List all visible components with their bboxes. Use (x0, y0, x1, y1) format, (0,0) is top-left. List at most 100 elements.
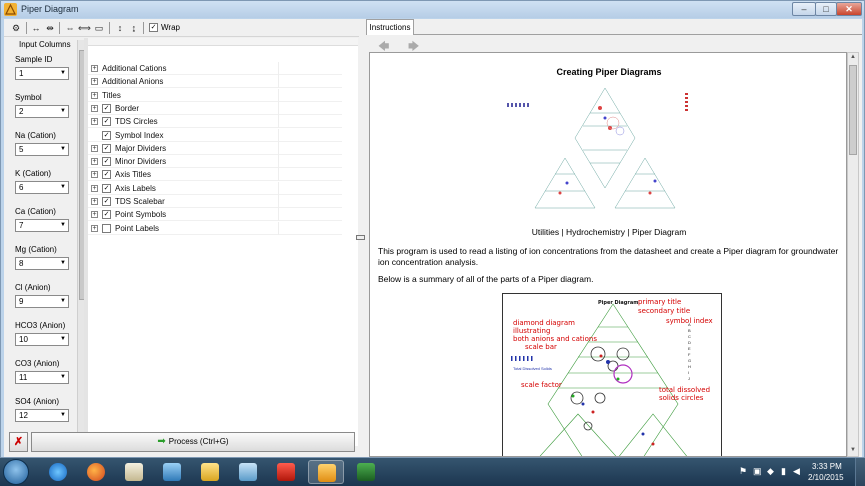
column-select[interactable]: 2 ▼ (15, 105, 69, 118)
column-divider (278, 141, 279, 155)
show-desktop-button[interactable] (855, 458, 865, 486)
dropdown-arrow-icon[interactable]: ▼ (60, 220, 66, 231)
expand-columns-icon[interactable]: ⇹ (44, 22, 56, 34)
tree-item-label: Titles (102, 90, 121, 100)
scrollbar-thumb[interactable] (849, 65, 857, 155)
column-select[interactable]: 12 ▼ (15, 409, 69, 422)
tree-checkbox[interactable]: ✓ (102, 117, 111, 127)
tree-row[interactable]: + ✓ TDS Scalebar (88, 195, 342, 208)
firefox-icon[interactable] (78, 460, 114, 484)
clock-date[interactable]: 2/10/2015 (808, 473, 844, 482)
title-bar[interactable]: Piper Diagram – □ ✕ (1, 1, 864, 18)
splitter-grip[interactable] (356, 235, 365, 240)
expand-icon[interactable]: + (91, 104, 98, 112)
remote-desktop-icon[interactable] (154, 460, 190, 484)
dropdown-arrow-icon[interactable]: ▼ (60, 68, 66, 79)
scroll-down-icon[interactable]: ▼ (850, 447, 856, 453)
internet-explorer-icon[interactable] (40, 460, 76, 484)
tree-row[interactable]: + ✓ Minor Dividers (88, 155, 342, 169)
media-player-icon[interactable] (116, 460, 152, 484)
widen-icon[interactable]: ▭ (93, 22, 105, 34)
shrink-width-icon[interactable]: ⇔ (64, 22, 76, 34)
app-icon (4, 3, 17, 16)
tree-checkbox[interactable]: ✓ (102, 197, 111, 206)
column-select[interactable]: 11 ▼ (15, 371, 69, 384)
security-icon[interactable]: ◆ (767, 466, 777, 476)
cancel-button[interactable]: ✗ (9, 432, 28, 452)
expand-icon[interactable]: + (91, 211, 98, 219)
file-explorer-icon[interactable] (192, 460, 228, 484)
expand-icon[interactable]: + (91, 144, 98, 152)
tree-checkbox[interactable]: ✓ (102, 183, 111, 193)
expand-height-icon[interactable]: ↨ (128, 22, 140, 34)
dropdown-arrow-icon[interactable]: ▼ (60, 106, 66, 117)
start-button[interactable] (3, 459, 29, 485)
network-people-icon[interactable] (230, 460, 266, 484)
dropdown-arrow-icon[interactable]: ▼ (60, 258, 66, 269)
tree-checkbox[interactable]: ✓ (102, 210, 111, 220)
dropdown-arrow-icon[interactable]: ▼ (60, 144, 66, 155)
tree-row[interactable]: + ✓ Axis Titles (88, 168, 342, 182)
column-select[interactable]: 6 ▼ (15, 181, 69, 194)
column-select[interactable]: 7 ▼ (15, 219, 69, 232)
tree-row[interactable]: + Titles (88, 88, 342, 102)
network-icon[interactable]: ▮ (781, 466, 791, 476)
tree-row[interactable]: + Point Labels (88, 221, 342, 235)
column-select[interactable]: 5 ▼ (15, 143, 69, 156)
expand-icon[interactable]: + (91, 118, 98, 126)
tree-checkbox[interactable]: ✓ (102, 130, 111, 140)
tree-checkbox[interactable]: ✓ (102, 157, 111, 167)
tree-row[interactable]: ✓ Symbol Index (88, 128, 342, 142)
flag-icon[interactable]: ⚑ (739, 466, 749, 476)
fit-width-icon[interactable]: ⟺ (78, 22, 91, 34)
expand-icon[interactable]: + (91, 224, 98, 232)
tab-instructions[interactable]: Instructions (366, 19, 414, 35)
scroll-up-icon[interactable]: ▲ (850, 54, 856, 60)
expand-icon[interactable]: + (91, 78, 98, 86)
column-select[interactable]: 10 ▼ (15, 333, 69, 346)
process-button[interactable]: ➡ Process (Ctrl+G) (31, 432, 355, 452)
collapse-columns-icon[interactable]: ↔ (30, 22, 42, 34)
dropdown-arrow-icon[interactable]: ▼ (60, 182, 66, 193)
tree-checkbox[interactable]: ✓ (102, 170, 111, 180)
dropdown-arrow-icon[interactable]: ▼ (60, 334, 66, 345)
input-columns-title: Input Columns (19, 40, 71, 49)
clock-time[interactable]: 3:33 PM (812, 462, 842, 471)
tree-checkbox[interactable]: ✓ (102, 143, 111, 153)
tree-row[interactable]: + Additional Cations (88, 62, 342, 75)
tree-row[interactable]: + ✓ Axis Labels (88, 181, 342, 195)
piper-app-icon[interactable] (308, 460, 344, 484)
volume-icon[interactable]: ◀ (793, 466, 803, 476)
close-button[interactable]: ✕ (836, 2, 862, 16)
dropdown-arrow-icon[interactable]: ▼ (60, 372, 66, 383)
action-center-icon[interactable]: ▣ (753, 466, 763, 476)
tree-row[interactable]: + ✓ Border (88, 101, 342, 115)
shrink-height-icon[interactable]: ↕ (114, 22, 126, 34)
wrap-checkbox[interactable]: ✓ (149, 23, 158, 32)
minimize-button[interactable]: – (792, 2, 816, 16)
column-select[interactable]: 9 ▼ (15, 295, 69, 308)
dropdown-arrow-icon[interactable]: ▼ (60, 410, 66, 421)
tree-checkbox[interactable]: ✓ (102, 103, 111, 113)
expand-icon[interactable]: + (91, 198, 98, 205)
tree-row[interactable]: + Additional Anions (88, 75, 342, 89)
excel-icon[interactable] (348, 460, 384, 484)
acrobat-icon[interactable] (268, 460, 304, 484)
dropdown-arrow-icon[interactable]: ▼ (60, 296, 66, 307)
tree-row[interactable]: + ✓ Point Symbols (88, 208, 342, 222)
expand-icon[interactable]: + (91, 184, 98, 192)
wrap-label: Wrap (161, 23, 180, 32)
maximize-button[interactable]: □ (815, 2, 837, 16)
expand-icon[interactable]: + (91, 158, 98, 166)
column-select[interactable]: 1 ▼ (15, 67, 69, 80)
tree-checkbox[interactable] (102, 223, 111, 233)
expand-icon[interactable]: + (91, 171, 98, 179)
column-select[interactable]: 8 ▼ (15, 257, 69, 270)
expand-icon[interactable]: + (91, 65, 98, 72)
configure-icon[interactable]: ⚙ (10, 22, 22, 34)
options-toolbar: ⚙ ↔ ⇹ ⇔ ⟺ ▭ ↕ ↨ ✓ Wrap (4, 19, 361, 37)
tree-row[interactable]: + ✓ Major Dividers (88, 141, 342, 155)
expand-icon[interactable]: + (91, 91, 98, 99)
document-scrollbar[interactable]: ▲ ▼ (847, 52, 859, 457)
tree-row[interactable]: + ✓ TDS Circles (88, 115, 342, 129)
